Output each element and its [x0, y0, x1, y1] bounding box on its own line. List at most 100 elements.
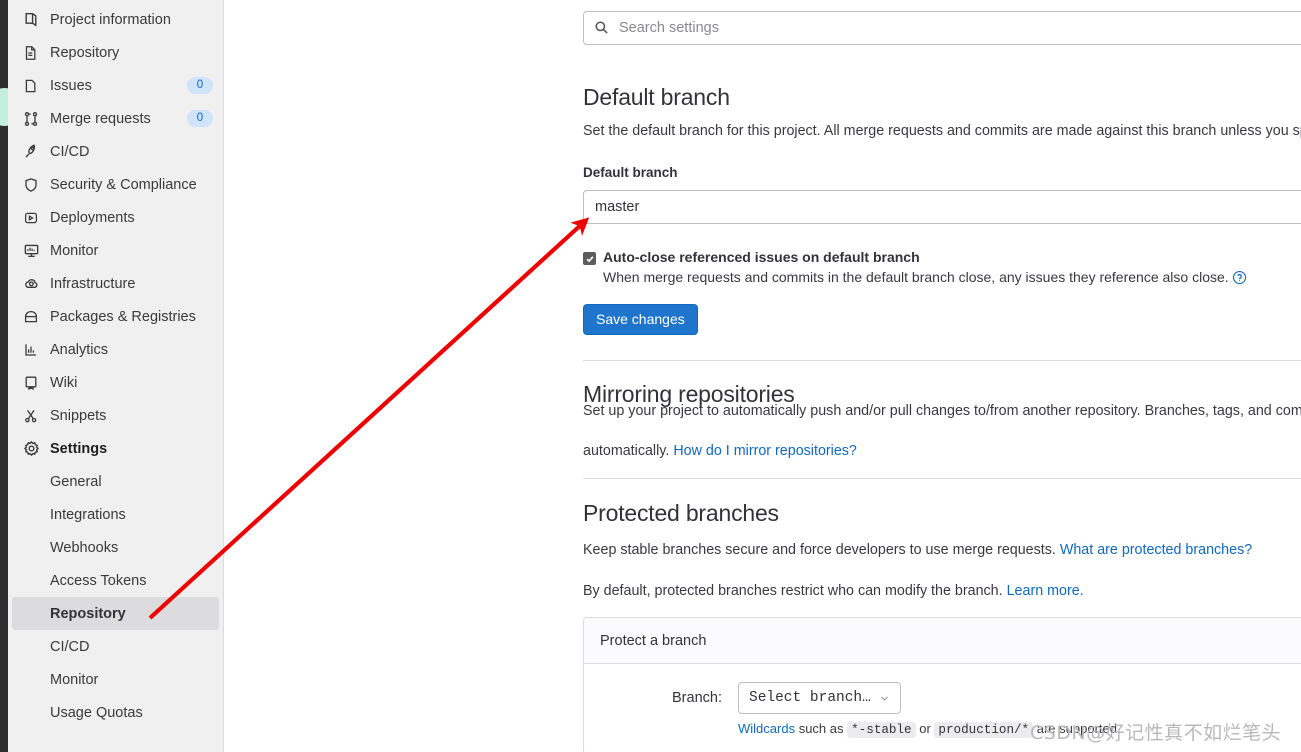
project-sidebar: Project information Repository Issues 0 [8, 0, 224, 752]
csdn-watermark: CSDN@好记性真不如烂笔头 [1030, 722, 1282, 744]
learn-more-link[interactable]: Learn more. [1007, 583, 1084, 599]
gitlab-repository-settings-page: Project information Repository Issues 0 [0, 0, 1301, 752]
sidebar-item-snippets[interactable]: Snippets [8, 399, 223, 432]
sidebar-subitem-label: Access Tokens [50, 572, 147, 589]
sidebar-item-deployments[interactable]: Deployments [8, 201, 223, 234]
sidebar-subitem-label: CI/CD [50, 638, 90, 655]
question-circle-icon[interactable] [1232, 270, 1247, 285]
settings-main-content: Default branch Set the default branch fo… [583, 0, 1301, 752]
mirroring-description-text: automatically. [583, 443, 670, 459]
book-icon [22, 374, 40, 392]
sidebar-subitem-label: General [50, 473, 102, 490]
default-branch-input[interactable] [583, 190, 1301, 224]
sidebar-item-label: Infrastructure [50, 275, 136, 292]
what-are-protected-branches-link[interactable]: What are protected branches? [1060, 542, 1252, 558]
scissors-icon [22, 407, 40, 425]
project-information-icon [22, 11, 40, 29]
sidebar-subitem-label: Monitor [50, 671, 99, 688]
sidebar-subitem-label: Integrations [50, 506, 126, 523]
search-settings-field[interactable] [583, 11, 1301, 45]
sidebar-subitem-label: Webhooks [50, 539, 119, 556]
merge-requests-icon [22, 110, 40, 128]
mirror-repositories-link[interactable]: How do I mirror repositories? [673, 443, 857, 459]
sidebar-item-label: CI/CD [50, 143, 90, 160]
auto-close-checkbox-row: Auto-close referenced issues on default … [583, 249, 1301, 265]
sidebar-subitem-monitor[interactable]: Monitor [8, 663, 223, 696]
sidebar-item-ci-cd[interactable]: CI/CD [8, 135, 223, 168]
monitor-icon [22, 242, 40, 260]
sidebar-item-label: Deployments [50, 209, 135, 226]
sidebar-subitem-label: Usage Quotas [50, 704, 143, 721]
sidebar-item-infrastructure[interactable]: Infrastructure [8, 267, 223, 300]
sidebar-item-label: Merge requests [50, 110, 151, 127]
shield-icon [22, 176, 40, 194]
sidebar-item-label: Issues [50, 77, 92, 94]
search-icon [594, 20, 610, 36]
sidebar-item-label: Settings [50, 440, 108, 457]
sidebar-item-label: Monitor [50, 242, 99, 259]
auto-close-checkbox[interactable] [583, 252, 596, 265]
sidebar-item-issues[interactable]: Issues 0 [8, 69, 223, 102]
issues-icon [22, 77, 40, 95]
sidebar-item-label: Wiki [50, 374, 78, 391]
protected-branches-description2-text: By default, protected branches restrict … [583, 583, 1003, 599]
sidebar-subitem-webhooks[interactable]: Webhooks [8, 531, 223, 564]
sidebar-subitem-ci-cd[interactable]: CI/CD [8, 630, 223, 663]
section-divider-2 [583, 478, 1301, 479]
wildcards-link[interactable]: Wildcards [738, 721, 795, 736]
wildcards-hint-text-1: such as [798, 721, 844, 736]
issues-count-badge: 0 [187, 77, 213, 94]
sidebar-item-monitor[interactable]: Monitor [8, 234, 223, 267]
repository-icon [22, 44, 40, 62]
chevron-down-icon [879, 693, 890, 704]
protected-branches-heading: Protected branches [583, 500, 779, 526]
sidebar-item-repository[interactable]: Repository [8, 36, 223, 69]
default-branch-field-label: Default branch [583, 165, 678, 180]
search-input[interactable] [617, 19, 1301, 37]
default-branch-description: Set the default branch for this project.… [583, 123, 1301, 139]
auto-close-checkbox-label: Auto-close referenced issues on default … [603, 249, 920, 265]
save-changes-button[interactable]: Save changes [583, 304, 698, 336]
sidebar-item-settings[interactable]: Settings [8, 432, 223, 465]
package-icon [22, 308, 40, 326]
branch-field-label: Branch: [672, 690, 722, 706]
sidebar-item-analytics[interactable]: Analytics [8, 333, 223, 366]
deployments-icon [22, 209, 40, 227]
sidebar-subitem-access-tokens[interactable]: Access Tokens [8, 564, 223, 597]
protected-branches-description-text: Keep stable branches secure and force de… [583, 542, 1056, 558]
sidebar-item-label: Analytics [50, 341, 109, 358]
mirroring-description-line1: Set up your project to automatically pus… [583, 403, 1301, 419]
wildcards-hint-text-2: or [919, 721, 931, 736]
protect-a-branch-card-title: Protect a branch [584, 618, 1301, 664]
wildcards-example-2: production/* [934, 722, 1034, 738]
auto-close-help-row: When merge requests and commits in the d… [603, 269, 1301, 287]
sidebar-subitem-label: Repository [50, 605, 126, 622]
sidebar-subitem-usage-quotas[interactable]: Usage Quotas [8, 696, 223, 729]
sidebar-item-merge-requests[interactable]: Merge requests 0 [8, 102, 223, 135]
sidebar-subitem-general[interactable]: General [8, 465, 223, 498]
sidebar-item-label: Project information [50, 11, 171, 28]
branch-select-dropdown[interactable]: Select branch… [738, 682, 901, 714]
sidebar-item-security-compliance[interactable]: Security & Compliance [8, 168, 223, 201]
sidebar-item-label: Snippets [50, 407, 107, 424]
cloud-gear-icon [22, 275, 40, 293]
protected-branches-description2: By default, protected branches restrict … [583, 581, 1084, 602]
default-branch-heading: Default branch [583, 84, 730, 110]
wildcards-example-1: *-stable [847, 722, 916, 738]
branch-select-value: Select branch… [749, 690, 871, 706]
gear-icon [22, 440, 40, 458]
rocket-icon [22, 143, 40, 161]
sidebar-item-project-information[interactable]: Project information [8, 3, 223, 36]
sidebar-item-label: Repository [50, 44, 120, 61]
sidebar-item-packages-registries[interactable]: Packages & Registries [8, 300, 223, 333]
sidebar-item-wiki[interactable]: Wiki [8, 366, 223, 399]
protected-branches-description: Keep stable branches secure and force de… [583, 540, 1252, 561]
sidebar-subitem-repository[interactable]: Repository [12, 597, 219, 630]
section-divider-1 [583, 360, 1301, 361]
analytics-icon [22, 341, 40, 359]
sidebar-item-label: Security & Compliance [50, 176, 197, 193]
merge-requests-count-badge: 0 [187, 110, 213, 127]
sidebar-item-label: Packages & Registries [50, 308, 196, 325]
sidebar-subitem-integrations[interactable]: Integrations [8, 498, 223, 531]
auto-close-help-text: When merge requests and commits in the d… [603, 269, 1229, 285]
